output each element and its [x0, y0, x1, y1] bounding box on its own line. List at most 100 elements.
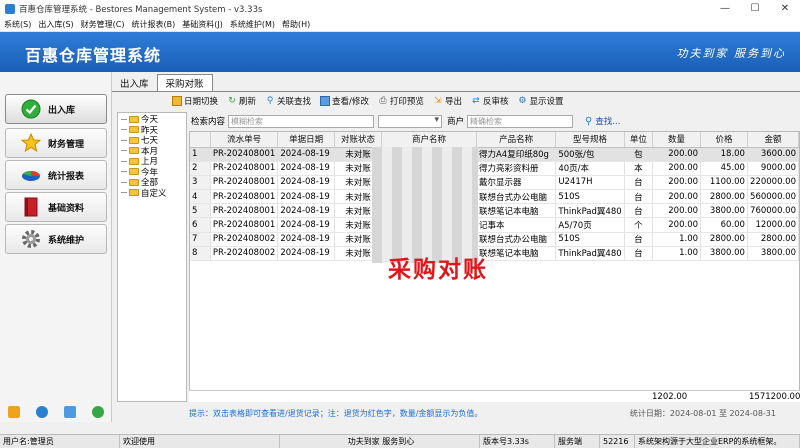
col-product[interactable]: 产品名称 [476, 132, 557, 148]
table-row[interactable]: 5 PR-202408001 2024-08-19 未对账 联想笔记本电脑 Th… [190, 203, 799, 219]
menu-system[interactable]: 系统(S) [4, 19, 31, 30]
maximize-icon[interactable]: ☐ [740, 0, 770, 17]
total-qty: 1202.00 [652, 392, 688, 402]
col-date[interactable]: 单据日期 [277, 132, 335, 148]
export-icon: ⇲ [434, 96, 442, 106]
tab-purchase-reconcile[interactable]: 采购对账 [156, 74, 213, 91]
undo-icon: ⇄ [472, 96, 480, 106]
data-grid: 流水单号 单据日期 对账状态 商户名称 产品名称 型号规格 单位 数量 价格 金… [189, 131, 800, 402]
nav-button-maintenance[interactable]: 系统维护 [5, 224, 107, 254]
date-tree: 今天 昨天 七天 本月 上月 今年 全部 自定义 [117, 112, 187, 402]
date-switch-button[interactable]: 日期切换 [172, 95, 218, 107]
clock-icon[interactable] [36, 406, 48, 418]
table-row[interactable]: 8 PR-202408002 2024-08-19 未对账 联想笔记本电脑 Th… [190, 246, 799, 262]
nav-button-inout[interactable]: 出入库 [5, 94, 107, 124]
refresh-icon: ↻ [228, 96, 236, 106]
table-header: 流水单号 单据日期 对账状态 商户名称 产品名称 型号规格 单位 数量 价格 金… [190, 132, 799, 148]
status-bar: 用户名:管理员 欢迎使用 功夫到家 服务到心 版本号3.33s 服务端 5221… [0, 434, 800, 448]
col-status[interactable]: 对账状态 [334, 132, 383, 148]
tab-strip: 出入库 采购对账 [112, 74, 213, 91]
menu-inout[interactable]: 出入库(S) [38, 19, 73, 30]
content-label: 检索内容 [191, 117, 226, 127]
hint-bar: 提示：双击表格即可查看进/退货记录；注：退货为红色字，数量/金额显示为负值。 统… [189, 404, 800, 422]
filter-bar: 检索内容 模糊检索 商户 精确检索 ⚲ 查找... [189, 113, 789, 129]
export-button[interactable]: ⇲ 导出 [433, 95, 462, 107]
nav-label: 系统维护 [48, 235, 85, 246]
nav-label: 财务管理 [48, 139, 85, 150]
display-settings-button[interactable]: ⚙ 显示设置 [517, 95, 563, 107]
folder-icon [129, 157, 139, 165]
status-slogan: 功夫到家 服务到心 [280, 435, 480, 448]
view-edit-button[interactable]: 查看/修改 [320, 95, 369, 107]
col-price[interactable]: 价格 [700, 132, 748, 148]
nav-button-finance[interactable]: 财务管理 [5, 128, 107, 158]
table-row[interactable]: 1 PR-202408001 2024-08-19 未对账 得力A4复印纸80g… [190, 147, 799, 162]
table-row[interactable]: 4 PR-202408001 2024-08-19 未对账 联想台式办公电脑 5… [190, 189, 799, 205]
unapprove-button[interactable]: ⇄ 反审核 [471, 95, 508, 107]
search-icon[interactable]: ⚲ [585, 116, 592, 127]
nav-label: 基础资料 [48, 203, 85, 214]
app-slogan: 功夫到家 服务到心 [676, 47, 786, 60]
print-preview-button[interactable]: ⎙ 打印预览 [378, 95, 424, 107]
pie-chart-icon [20, 164, 42, 186]
toolbar: 日期切换 ↻ 刷新 ⚲ 关联查找 查看/修改 ⎙ 打印预览 ⇲ 导出 ⇄ 反审核… [172, 93, 572, 109]
table-row[interactable]: 3 PR-202408001 2024-08-19 未对账 戴尔显示器 U241… [190, 175, 799, 191]
status-welcome: 欢迎使用 [120, 435, 280, 448]
search-link[interactable]: 查找... [595, 115, 620, 127]
col-amount[interactable]: 金额 [747, 132, 799, 148]
app-title: 百惠仓库管理系统 [25, 46, 162, 65]
status-user: 用户名:管理员 [0, 435, 120, 448]
col-vendor[interactable]: 商户名称 [381, 132, 477, 148]
table-row[interactable]: 7 PR-202408002 2024-08-19 未对账 联想台式办公电脑 5… [190, 232, 799, 247]
link-search-button[interactable]: ⚲ 关联查找 [265, 95, 311, 107]
window-controls: — ☐ ✕ [710, 0, 800, 17]
nav-label: 统计报表 [48, 171, 85, 182]
menu-maintenance[interactable]: 系统维护(M) [230, 19, 275, 30]
left-nav: 出入库 财务管理 统计报表 基础资料 系统维护 [0, 72, 112, 422]
hint-text: 提示：双击表格即可查看进/退货记录；注：退货为红色字，数量/金额显示为负值。 [189, 408, 483, 418]
menu-basic-data[interactable]: 基础资料(J) [182, 19, 223, 30]
col-qty[interactable]: 数量 [652, 132, 702, 148]
settings-icon: ⚙ [518, 96, 527, 106]
reconcile-table: 流水单号 单据日期 对账状态 商户名称 产品名称 型号规格 单位 数量 价格 金… [190, 132, 799, 262]
vendor-label: 商户 [447, 117, 465, 127]
vendor-search-input[interactable]: 精确检索 [467, 114, 574, 128]
folder-icon[interactable] [8, 406, 20, 418]
menu-finance[interactable]: 财务管理(C) [81, 19, 125, 30]
menu-bar: 系统(S) 出入库(S) 财务管理(C) 统计报表(B) 基础资料(J) 系统维… [0, 17, 800, 32]
close-icon[interactable]: ✕ [770, 0, 800, 17]
table-row[interactable]: 6 PR-202408001 2024-08-19 未对账 记事本 A5/70页… [190, 217, 799, 233]
menu-help[interactable]: 帮助(H) [282, 19, 310, 30]
folder-icon [129, 115, 139, 123]
nav-label: 出入库 [48, 105, 76, 116]
nav-button-basic-data[interactable]: 基础资料 [5, 192, 107, 222]
table-row[interactable]: 2 PR-202408001 2024-08-19 未对账 得力亮彩资料册 40… [190, 161, 799, 176]
app-icon [5, 3, 15, 14]
status-port: 52216 [600, 435, 635, 448]
status-version: 版本号3.33s [480, 435, 555, 448]
col-rownum [190, 132, 211, 148]
col-spec[interactable]: 型号规格 [555, 132, 625, 148]
folder-icon [129, 178, 139, 186]
content-search-input[interactable]: 模糊检索 [228, 114, 375, 128]
search-icon[interactable] [64, 406, 76, 418]
tree-node-custom[interactable]: 自定义 [118, 188, 186, 199]
print-icon: ⎙ [379, 96, 387, 106]
title-bar: 百惠仓库管理系统 - Bestores Management System - … [0, 0, 800, 17]
star-icon [20, 132, 42, 154]
col-unit[interactable]: 单位 [624, 132, 654, 148]
tab-inout[interactable]: 出入库 [112, 75, 157, 91]
field-select[interactable] [378, 114, 443, 128]
vendor-column-mosaic [372, 147, 478, 263]
gear-icon [20, 228, 42, 250]
refresh-button[interactable]: ↻ 刷新 [227, 95, 256, 107]
total-amount: 1571200.00 [749, 392, 800, 402]
tab-divider [112, 91, 800, 92]
book-icon [20, 196, 42, 218]
minimize-icon[interactable]: — [710, 0, 740, 17]
refresh-icon[interactable] [92, 406, 104, 418]
col-serial[interactable]: 流水单号 [210, 132, 279, 148]
nav-button-reports[interactable]: 统计报表 [5, 160, 107, 190]
menu-reports[interactable]: 统计报表(B) [131, 19, 175, 30]
check-circle-icon [20, 98, 42, 120]
